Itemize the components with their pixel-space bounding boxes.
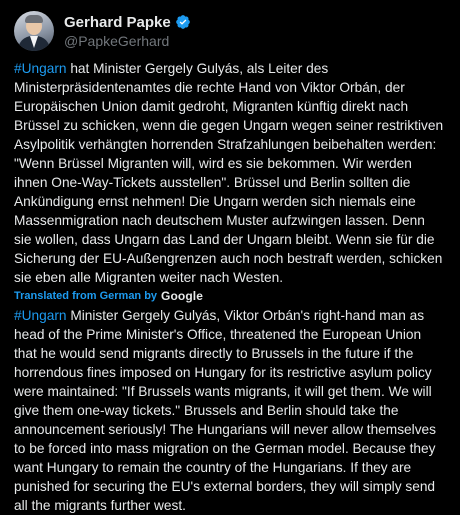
verified-badge-icon [175, 15, 190, 29]
name-row: Gerhard Papke [64, 13, 191, 32]
handle[interactable]: @PapkeGerhard [64, 32, 191, 50]
tweet-header: Gerhard Papke @PapkeGerhard [14, 11, 446, 51]
tweet: Gerhard Papke @PapkeGerhard #Ungarn hat … [0, 0, 460, 513]
translated-text: Minister Gergely Gulyás, Viktor Orbán's … [14, 308, 436, 513]
original-text: hat Minister Gergely Gulyás, als Leiter … [14, 61, 444, 285]
display-name[interactable]: Gerhard Papke [64, 13, 171, 32]
translation-label: Translated from German by [14, 290, 158, 302]
author-info: Gerhard Papke @PapkeGerhard [64, 13, 191, 50]
tweet-text-translated: #Ungarn Minister Gergely Gulyás, Viktor … [14, 306, 446, 515]
google-logo-icon: Google [161, 289, 203, 303]
hashtag-link[interactable]: #Ungarn [14, 61, 67, 76]
translation-attribution[interactable]: Translated from German by Google [14, 288, 446, 304]
avatar[interactable] [14, 11, 54, 51]
hashtag-link[interactable]: #Ungarn [14, 308, 67, 323]
tweet-text-original: #Ungarn hat Minister Gergely Gulyás, als… [14, 59, 446, 287]
